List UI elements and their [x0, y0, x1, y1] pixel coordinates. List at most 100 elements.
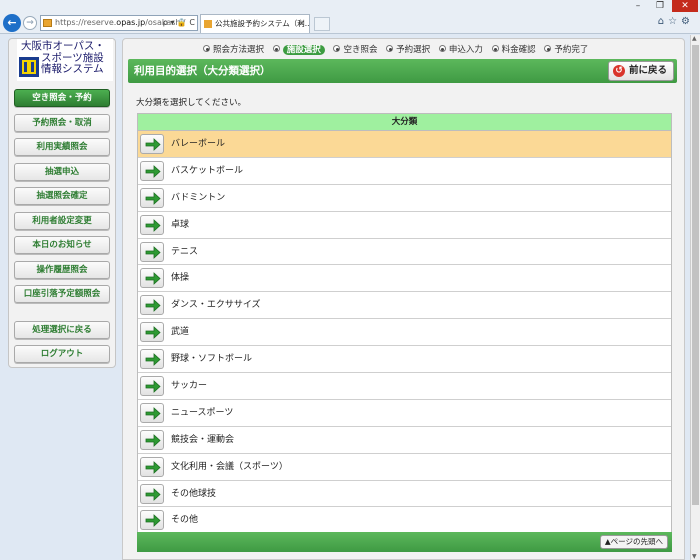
category-label: 武道: [171, 327, 190, 338]
table-row[interactable]: 競技会・運動会: [138, 426, 671, 454]
menu-lottery-confirm[interactable]: 抽選照会確定: [14, 187, 110, 205]
category-label: サッカー: [171, 381, 208, 392]
category-label: 文化利用・会議（スポーツ）: [171, 461, 288, 472]
right-arrow-icon: [145, 245, 161, 259]
category-label: ニュースポーツ: [171, 407, 234, 418]
table-row[interactable]: テニス: [138, 238, 671, 266]
back-arrow-icon[interactable]: ←: [3, 14, 21, 32]
right-arrow-icon: [145, 299, 161, 313]
step-dot-icon: [203, 45, 210, 52]
menu-usage-history[interactable]: 利用実績照会: [14, 138, 110, 156]
page-icon: [43, 19, 52, 27]
menu-operation-history[interactable]: 操作履歴照会: [14, 261, 110, 279]
select-arrow-button[interactable]: [140, 349, 164, 370]
scroll-up-icon[interactable]: ▲: [692, 35, 697, 42]
right-arrow-icon: [145, 433, 161, 447]
select-arrow-button[interactable]: [140, 429, 164, 450]
right-arrow-icon: [145, 487, 161, 501]
right-arrow-icon: [145, 191, 161, 205]
table-row[interactable]: 卓球: [138, 211, 671, 239]
menu-user-settings[interactable]: 利用者設定変更: [14, 212, 110, 230]
gear-icon[interactable]: ⚙: [681, 16, 694, 27]
menu-reservation-cancel[interactable]: 予約照会・取消: [14, 114, 110, 132]
step-fee-confirm: 料金確認: [491, 43, 536, 57]
step-vacancy: 空き照会: [333, 43, 377, 57]
table-row[interactable]: 野球・ソフトボール: [138, 346, 671, 374]
menu-account-debit[interactable]: 口座引落予定額照会: [14, 285, 110, 303]
menu-lottery-apply[interactable]: 抽選申込: [14, 163, 110, 181]
tab-close-icon[interactable]: ✕: [298, 15, 305, 33]
page-title: 利用目的選択（大分類選択）: [134, 65, 271, 77]
select-arrow-button[interactable]: [140, 376, 164, 397]
favicon-icon: [204, 20, 212, 28]
right-arrow-icon: [145, 514, 161, 528]
category-label: 野球・ソフトボール: [171, 354, 253, 365]
table-row[interactable]: その他: [138, 507, 671, 535]
select-arrow-button[interactable]: [140, 160, 164, 181]
table-row[interactable]: ニュースポーツ: [138, 399, 671, 427]
table-row[interactable]: 体操: [138, 265, 671, 293]
address-bar[interactable]: https://reserve.opas.jp/osakashi/ ρ ▾ 🔒 …: [40, 15, 198, 31]
page-top-button[interactable]: ▲ページの先頭へ: [599, 535, 668, 549]
progress-steps: 照会方法選択 施設選択 空き照会 予約選択 申込入力 料金確認 予約完了: [203, 43, 594, 57]
close-window-icon[interactable]: ✕: [672, 0, 698, 12]
category-label: その他球技: [171, 488, 217, 499]
category-label: バレーボール: [171, 139, 226, 149]
select-arrow-button[interactable]: [140, 268, 164, 289]
table-row[interactable]: 武道: [138, 319, 671, 347]
table-row[interactable]: バレーボール: [138, 131, 671, 158]
vertical-scrollbar[interactable]: ▲ ▼: [690, 35, 700, 560]
minimize-icon[interactable]: –: [628, 0, 648, 12]
select-arrow-button[interactable]: [140, 402, 164, 423]
site-logo[interactable]: 大阪市オーパス・ スポーツ施設 情報システム: [17, 39, 113, 81]
scroll-down-icon[interactable]: ▼: [692, 553, 697, 560]
right-arrow-icon: [145, 272, 161, 286]
step-search-method: 照会方法選択: [203, 43, 264, 57]
right-arrow-icon: [145, 380, 161, 393]
menu-back-to-selection[interactable]: 処理選択に戻る: [14, 321, 110, 339]
category-label: バドミントン: [171, 192, 226, 203]
select-arrow-button[interactable]: [140, 322, 164, 343]
footer-bar: ▲ページの先頭へ: [137, 532, 672, 552]
step-reservation-select: 予約選択: [386, 43, 430, 57]
table-header: 大分類: [138, 114, 671, 131]
menu-vacancy-reservation[interactable]: 空き照会・予約: [14, 89, 110, 107]
address-tools[interactable]: ρ ▾ 🔒 C: [163, 16, 195, 30]
select-arrow-button[interactable]: [140, 510, 164, 531]
select-arrow-button[interactable]: [140, 456, 164, 477]
select-arrow-button[interactable]: [140, 187, 164, 208]
back-button[interactable]: ↺ 前に戻る: [608, 61, 674, 81]
right-arrow-icon: [145, 460, 161, 474]
section-header: 利用目的選択（大分類選択） ↺ 前に戻る: [128, 59, 677, 83]
table-row[interactable]: バドミントン: [138, 184, 671, 212]
select-arrow-button[interactable]: [140, 214, 164, 235]
logo-line-3: 情報システム: [41, 63, 104, 75]
step-complete: 予約完了: [544, 43, 588, 57]
new-tab-button[interactable]: [314, 17, 330, 31]
table-row[interactable]: その他球技: [138, 480, 671, 508]
forward-arrow-icon[interactable]: →: [23, 16, 37, 30]
scrollbar-thumb[interactable]: [692, 45, 699, 505]
restore-icon[interactable]: ❐: [650, 0, 670, 12]
right-arrow-icon: [145, 138, 161, 151]
category-label: テニス: [171, 246, 199, 257]
browser-tools: ⌂☆⚙: [658, 16, 694, 27]
table-row[interactable]: 文化利用・会議（スポーツ）: [138, 453, 671, 481]
logo-text: 大阪市オーパス・ スポーツ施設 情報システム: [21, 40, 113, 76]
star-icon[interactable]: ☆: [668, 16, 681, 27]
browser-tab[interactable]: 公共施設予約システム（利... ✕: [200, 14, 310, 33]
step-dot-icon: [272, 45, 280, 52]
select-arrow-button[interactable]: [140, 295, 164, 316]
select-arrow-button[interactable]: [140, 483, 164, 504]
menu-today-notice[interactable]: 本日のお知らせ: [14, 236, 110, 254]
back-button-label: 前に戻る: [629, 65, 668, 76]
table-row[interactable]: サッカー: [138, 373, 671, 400]
table-row[interactable]: ダンス・エクササイズ: [138, 292, 671, 320]
right-arrow-icon: [145, 164, 161, 178]
home-icon[interactable]: ⌂: [658, 16, 668, 27]
select-arrow-button[interactable]: [140, 241, 164, 262]
select-arrow-button[interactable]: [140, 134, 164, 154]
step-facility-select: 施設選択: [272, 43, 325, 57]
table-row[interactable]: バスケットボール: [138, 157, 671, 185]
menu-logout[interactable]: ログアウト: [14, 345, 110, 363]
